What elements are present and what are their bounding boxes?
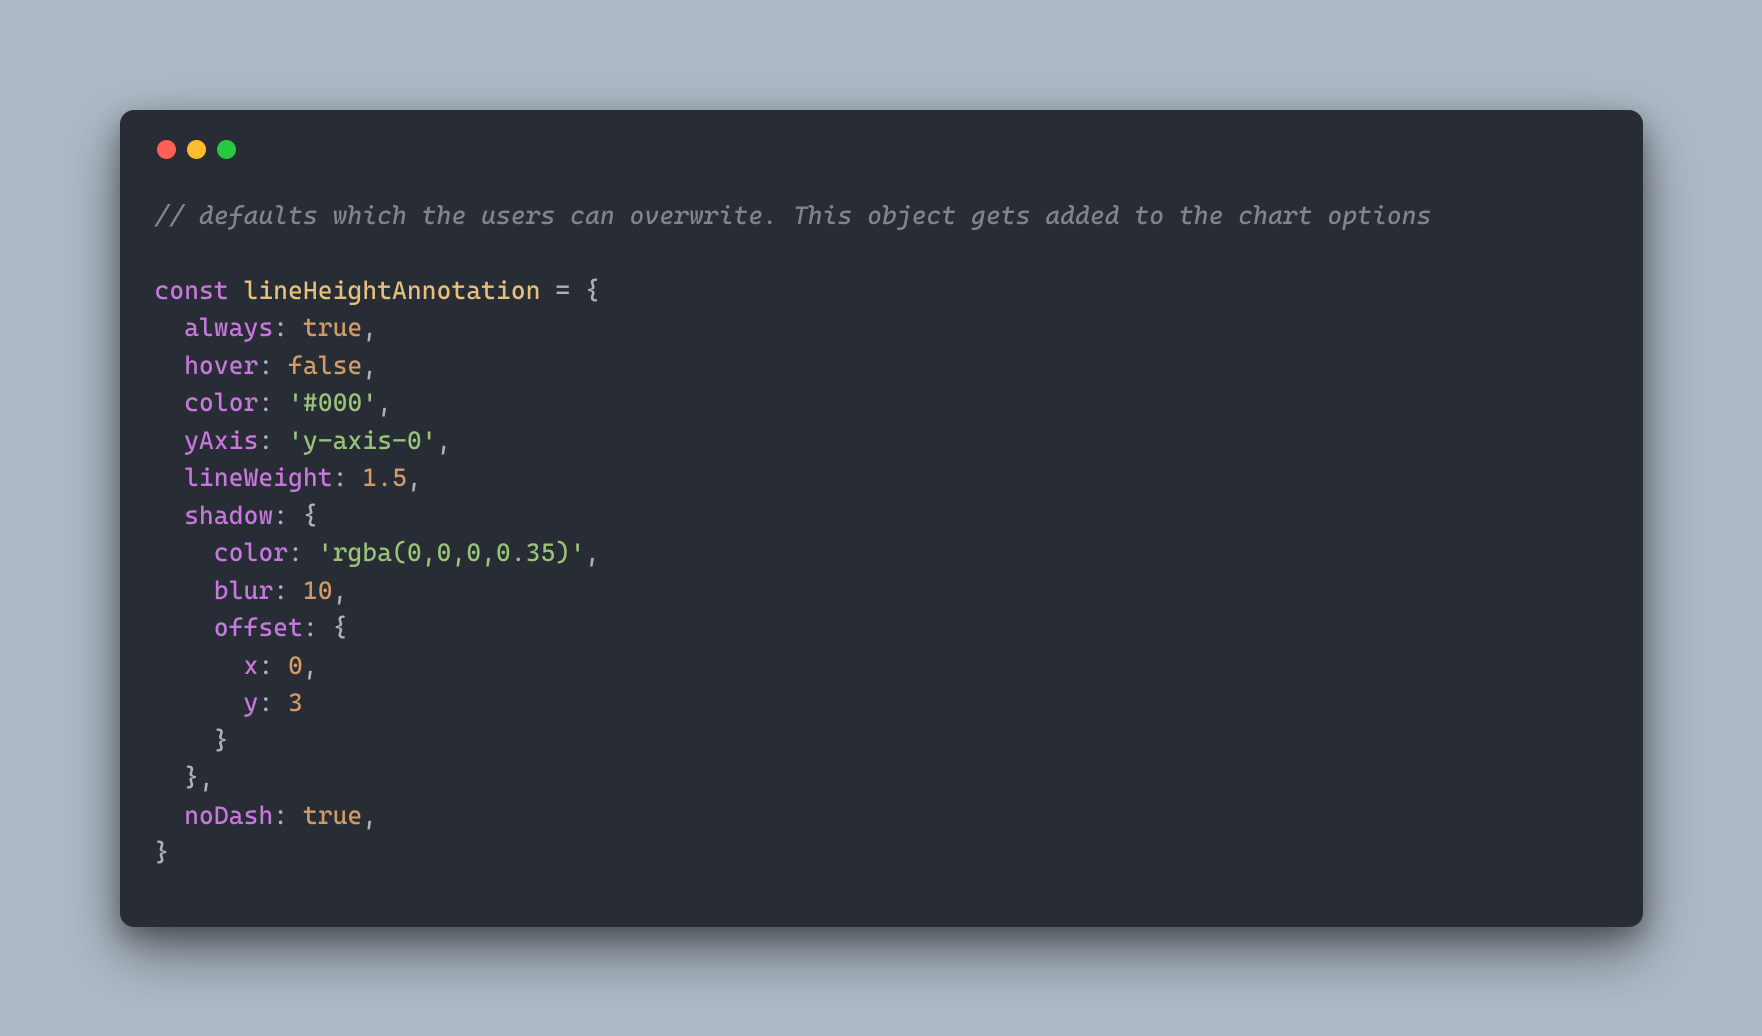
prop-color: color <box>184 388 258 417</box>
brace-close: } <box>155 838 170 867</box>
brace-close: } <box>214 726 229 755</box>
comma: , <box>585 538 600 567</box>
prop-lineweight: lineWeight <box>184 463 332 492</box>
val-true: true <box>303 313 362 342</box>
comma: , <box>333 576 348 605</box>
traffic-lights <box>157 140 1608 159</box>
brace-close: } <box>184 763 199 792</box>
prop-always: always <box>184 313 273 342</box>
prop-x: x <box>244 651 259 680</box>
colon: : <box>333 463 363 492</box>
comma: , <box>407 463 422 492</box>
colon: : <box>258 351 288 380</box>
comma: , <box>362 801 377 830</box>
brace-open: { <box>303 501 318 530</box>
minimize-icon[interactable] <box>187 140 206 159</box>
val-10: 10 <box>303 576 333 605</box>
variable-name: lineHeightAnnotation <box>244 276 541 305</box>
colon: : <box>288 538 318 567</box>
prop-offset: offset <box>214 613 303 642</box>
close-icon[interactable] <box>157 140 176 159</box>
comma: , <box>199 763 214 792</box>
colon: : <box>258 688 288 717</box>
prop-yaxis: yAxis <box>184 426 258 455</box>
prop-shadow: shadow <box>184 501 273 530</box>
prop-blur: blur <box>214 576 273 605</box>
comma: , <box>437 426 452 455</box>
colon: : <box>303 613 333 642</box>
val-rgba: 'rgba(0,0,0,0.35)' <box>318 538 585 567</box>
maximize-icon[interactable] <box>217 140 236 159</box>
comma: , <box>362 313 377 342</box>
colon: : <box>273 501 303 530</box>
keyword-const: const <box>155 276 229 305</box>
colon: : <box>273 801 303 830</box>
colon: : <box>258 388 288 417</box>
val-0: 0 <box>288 651 303 680</box>
val-false: false <box>288 351 362 380</box>
brace-open: { <box>585 276 600 305</box>
val-true-2: true <box>303 801 362 830</box>
prop-hover: hover <box>184 351 258 380</box>
prop-nodash: noDash <box>184 801 273 830</box>
comma: , <box>377 388 392 417</box>
val-1-5: 1.5 <box>362 463 407 492</box>
colon: : <box>273 313 303 342</box>
comma: , <box>362 351 377 380</box>
prop-y: y <box>244 688 259 717</box>
code-comment: // defaults which the users can overwrit… <box>155 201 1432 230</box>
brace-open: { <box>333 613 348 642</box>
colon: : <box>258 651 288 680</box>
comma: , <box>303 651 318 680</box>
colon: : <box>258 426 288 455</box>
val-hex000: '#000' <box>288 388 377 417</box>
code-window: // defaults which the users can overwrit… <box>120 110 1643 927</box>
code-block: // defaults which the users can overwrit… <box>155 197 1608 872</box>
operator-equals: = <box>541 276 586 305</box>
val-3: 3 <box>288 688 303 717</box>
prop-shadow-color: color <box>214 538 288 567</box>
val-yaxis0: 'y-axis-0' <box>288 426 436 455</box>
colon: : <box>273 576 303 605</box>
